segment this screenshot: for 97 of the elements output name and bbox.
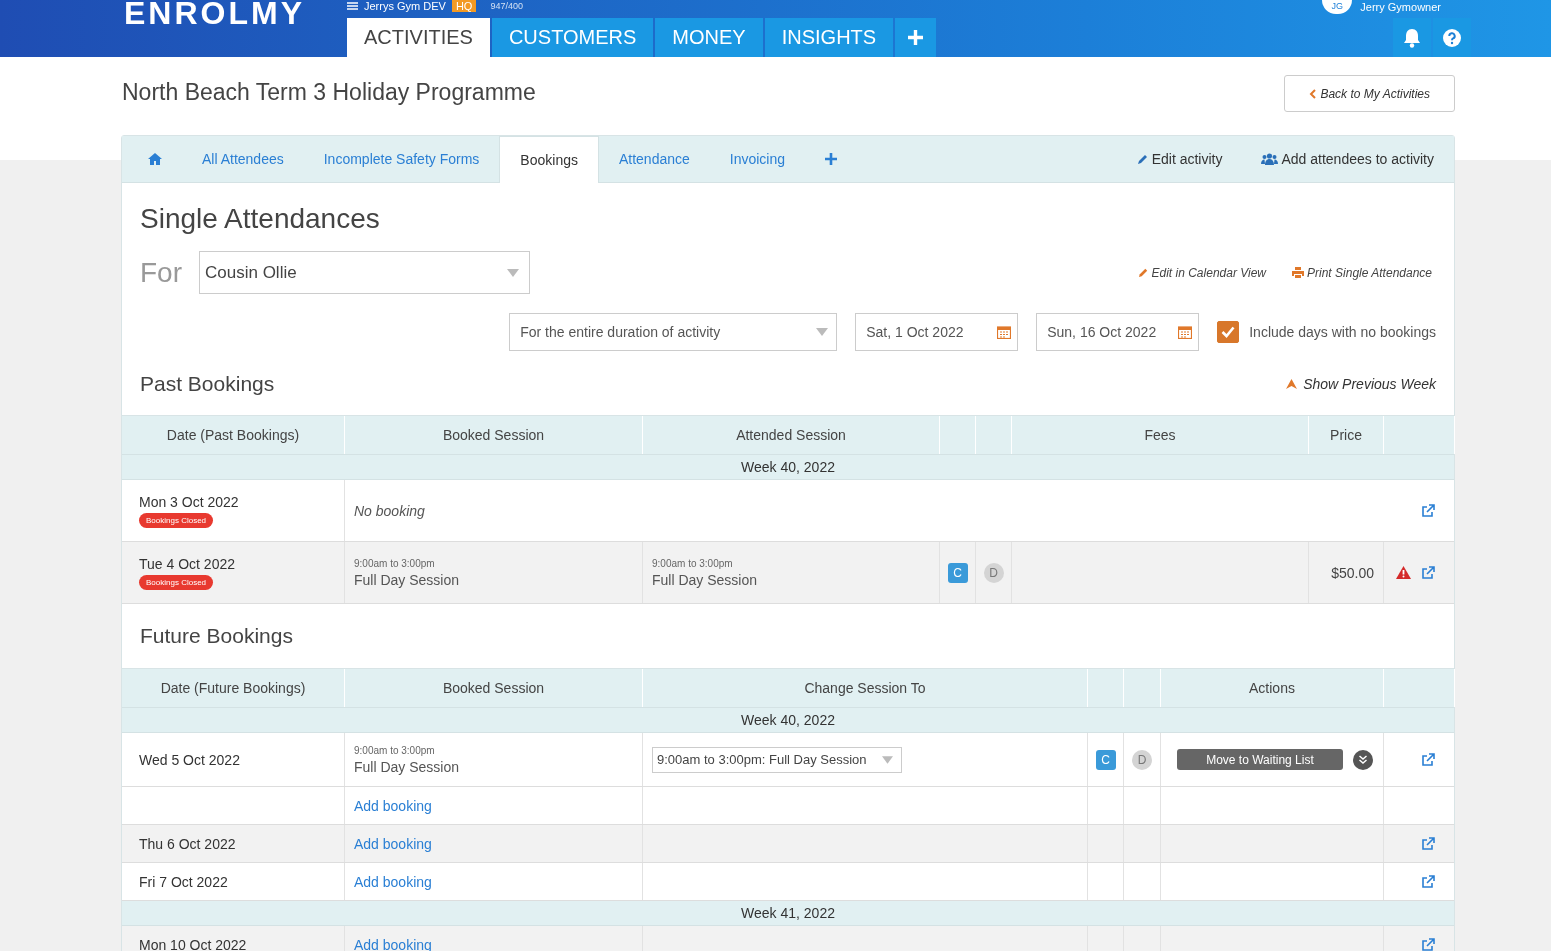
week-row: Week 40, 2022 bbox=[122, 455, 1454, 480]
date-field[interactable]: Sat, 1 Oct 2022 bbox=[855, 313, 1019, 351]
nav-tab[interactable]: ACTIVITIES bbox=[347, 18, 490, 57]
tab[interactable]: Attendance bbox=[598, 136, 710, 182]
external-link-icon[interactable] bbox=[1421, 874, 1435, 889]
column-header: Date (Future Bookings) bbox=[160, 680, 306, 696]
external-link-icon[interactable] bbox=[1421, 565, 1435, 580]
tab[interactable]: Invoicing bbox=[709, 136, 806, 182]
session-name: Full Day Session bbox=[354, 571, 461, 588]
external-link-icon[interactable] bbox=[1421, 503, 1435, 518]
include-days-checkbox[interactable] bbox=[1217, 321, 1240, 343]
section-title: Single Attendances bbox=[140, 202, 381, 235]
column-header: Fees bbox=[1144, 427, 1176, 443]
external-link-icon[interactable] bbox=[1421, 836, 1435, 851]
tab[interactable]: Bookings bbox=[499, 136, 599, 183]
account-name[interactable]: Jerrys Gym DEV bbox=[364, 0, 446, 12]
date-cell-text: Tue 4 Oct 2022 bbox=[139, 555, 236, 572]
user-avatar[interactable]: JG bbox=[1322, 0, 1353, 14]
caret-icon bbox=[882, 755, 893, 764]
add-button[interactable] bbox=[895, 18, 937, 57]
move-to-waiting-list-button[interactable]: Move to Waiting List bbox=[1177, 749, 1343, 770]
check-icon bbox=[1221, 326, 1236, 338]
change-session-select[interactable]: 9:00am to 3:00pm: Full Day Session bbox=[652, 746, 902, 773]
plus-icon bbox=[907, 29, 925, 46]
help-button[interactable] bbox=[1433, 18, 1471, 57]
session-time: 9:00am to 3:00pm bbox=[652, 557, 734, 569]
edit-link[interactable]: Edit in Calendar View bbox=[1137, 265, 1267, 280]
session-name: Full Day Session bbox=[354, 758, 461, 775]
column-header: Booked Session bbox=[442, 680, 545, 696]
add-booking-link[interactable]: Add booking bbox=[354, 797, 633, 814]
bookings-closed-badge: Bookings Closed bbox=[139, 574, 214, 590]
date-cell-text: Thu 6 Oct 2022 bbox=[139, 835, 237, 852]
plus-icon bbox=[825, 153, 838, 165]
edit-activity-button[interactable]: Edit activity bbox=[1117, 136, 1243, 182]
expand-icon[interactable] bbox=[1353, 749, 1373, 770]
column-header: Change Session To bbox=[804, 680, 926, 696]
add-attendees-button[interactable]: Add attendees to activity bbox=[1242, 136, 1454, 182]
status-badge[interactable]: C bbox=[947, 562, 968, 583]
bell-icon bbox=[1403, 27, 1421, 48]
date-cell-text: Fri 7 Oct 2022 bbox=[139, 873, 229, 890]
caret-icon bbox=[816, 328, 829, 336]
section-heading: Future Bookings bbox=[140, 624, 293, 648]
section-heading: Past Bookings bbox=[140, 372, 275, 396]
nav-tab[interactable]: MONEY bbox=[655, 18, 763, 57]
printer-icon bbox=[1292, 267, 1305, 278]
home-icon bbox=[148, 153, 162, 165]
column-header: Price bbox=[1330, 427, 1362, 443]
chevron-left-icon bbox=[1309, 88, 1317, 99]
status-badge[interactable]: D bbox=[1132, 749, 1152, 770]
menu-icon[interactable] bbox=[347, 2, 358, 10]
calendar-icon bbox=[1178, 325, 1193, 339]
back-button[interactable]: Back to My Activities bbox=[1284, 75, 1455, 112]
session-time: 9:00am to 3:00pm bbox=[354, 557, 436, 569]
add-booking-link[interactable]: Add booking bbox=[354, 835, 633, 852]
notifications-button[interactable] bbox=[1393, 18, 1431, 57]
account-badge: HQ bbox=[451, 0, 477, 12]
calendar-icon bbox=[997, 325, 1012, 339]
price-cell: $50.00 bbox=[1331, 564, 1374, 581]
date-field[interactable]: Sun, 16 Oct 2022 bbox=[1036, 313, 1200, 351]
column-header: Date (Past Bookings) bbox=[166, 427, 300, 443]
week-row: Week 41, 2022 bbox=[122, 901, 1454, 926]
checkbox-label: Include days with no bookings bbox=[1249, 324, 1436, 340]
page-title: North Beach Term 3 Holiday Programme bbox=[122, 79, 536, 106]
pencil-icon bbox=[1137, 267, 1149, 278]
tab[interactable]: All Attendees bbox=[182, 136, 304, 182]
week-row: Week 40, 2022 bbox=[122, 708, 1454, 733]
caret-icon bbox=[507, 268, 519, 277]
duration-select[interactable]: For the entire duration of activity bbox=[509, 313, 838, 351]
account-count: 947/400 bbox=[490, 1, 523, 11]
add-booking-link[interactable]: Add booking bbox=[354, 873, 633, 890]
date-cell-text: Mon 10 Oct 2022 bbox=[139, 936, 248, 951]
arrow-up-icon bbox=[1286, 379, 1298, 389]
help-icon bbox=[1443, 28, 1461, 47]
no-booking-text: No booking bbox=[354, 502, 426, 519]
external-link-icon[interactable] bbox=[1421, 937, 1435, 951]
column-header: Actions bbox=[1249, 680, 1295, 696]
tab[interactable]: Incomplete Safety Forms bbox=[303, 136, 500, 182]
bookings-closed-badge: Bookings Closed bbox=[139, 512, 214, 528]
session-name: Full Day Session bbox=[652, 571, 759, 588]
date-cell-text: Mon 3 Oct 2022 bbox=[139, 493, 240, 510]
column-header: Booked Session bbox=[442, 427, 545, 443]
date-cell-text: Wed 5 Oct 2022 bbox=[139, 751, 241, 768]
session-time: 9:00am to 3:00pm bbox=[354, 744, 436, 756]
attendee-select[interactable]: Cousin Ollie bbox=[199, 251, 530, 294]
nav-tab[interactable]: CUSTOMERS bbox=[491, 18, 654, 57]
show-previous-week-link[interactable]: Show Previous Week bbox=[1286, 376, 1436, 392]
status-badge[interactable]: C bbox=[1095, 749, 1116, 770]
pencil-icon bbox=[1136, 153, 1149, 165]
status-badge[interactable]: D bbox=[983, 562, 1004, 583]
users-icon bbox=[1261, 153, 1279, 165]
user-name[interactable]: Jerry Gymowner bbox=[1360, 1, 1441, 13]
column-header: Attended Session bbox=[736, 427, 846, 443]
external-link-icon[interactable] bbox=[1421, 752, 1435, 767]
logo[interactable]: ENROLMY bbox=[124, 0, 305, 29]
nav-tab[interactable]: INSIGHTS bbox=[764, 18, 894, 57]
print-link[interactable]: Print Single Attendance bbox=[1292, 265, 1432, 280]
for-label: For bbox=[140, 256, 182, 289]
